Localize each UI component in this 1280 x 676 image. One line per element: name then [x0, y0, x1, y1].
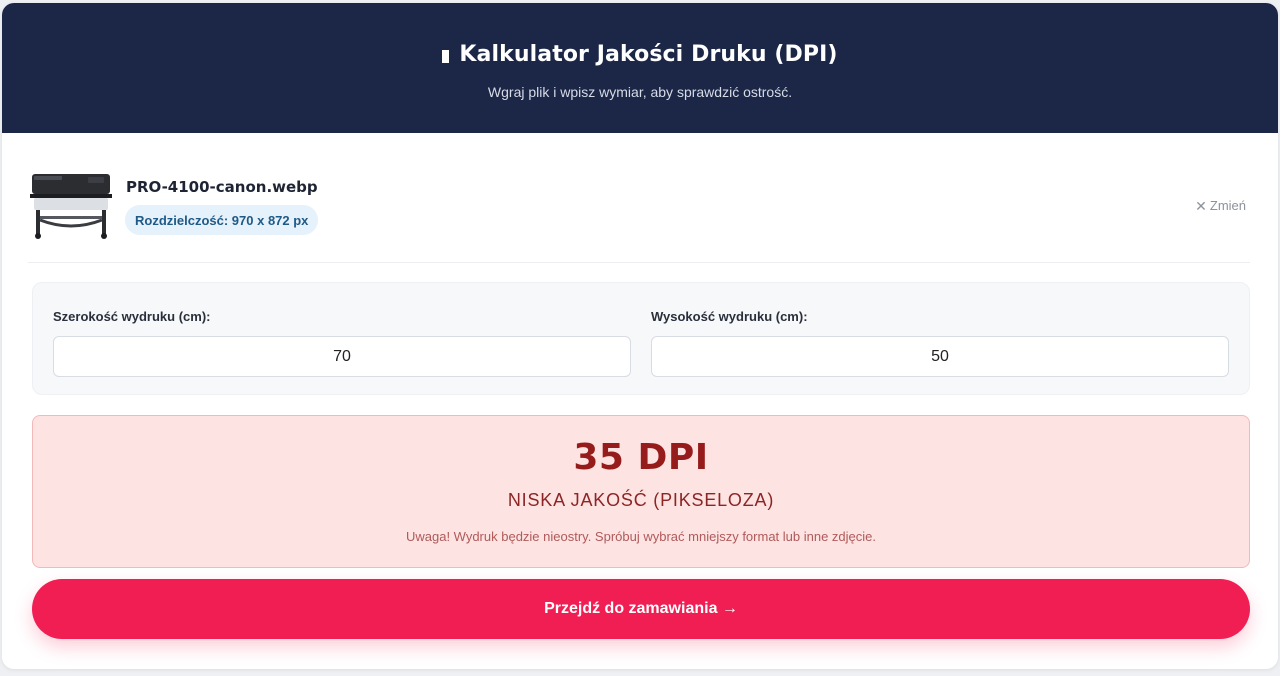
- change-file-button[interactable]: ✕ Zmień: [1195, 198, 1246, 213]
- file-name: PRO-4100-canon.webp: [126, 178, 318, 196]
- close-icon: ✕: [1195, 197, 1207, 214]
- calculator-card: Kalkulator Jakości Druku (DPI) Wgraj pli…: [2, 3, 1278, 669]
- height-input[interactable]: [651, 336, 1229, 377]
- title-bar-icon: [442, 50, 450, 63]
- dpi-result-panel: 35 DPI NISKA JAKOŚĆ (PIKSELOZA) Uwaga! W…: [32, 415, 1250, 568]
- header: Kalkulator Jakości Druku (DPI) Wgraj pli…: [2, 3, 1278, 133]
- dpi-value: 35 DPI: [573, 437, 709, 478]
- page-title: Kalkulator Jakości Druku (DPI): [2, 42, 1278, 67]
- change-file-label: Zmień: [1209, 198, 1246, 213]
- page-title-text: Kalkulator Jakości Druku (DPI): [459, 42, 838, 67]
- quality-label: NISKA JAKOŚĆ (PIKSELOZA): [507, 490, 775, 510]
- uploaded-file-row: PRO-4100-canon.webp Rozdzielczość: 970 x…: [28, 168, 1250, 263]
- height-label: Wysokość wydruku (cm):: [651, 309, 808, 324]
- warning-message: Uwaga! Wydruk będzie nieostry. Spróbuj w…: [405, 529, 876, 544]
- printer-thumbnail: [30, 174, 112, 239]
- go-to-order-button[interactable]: Przejdź do zamawiania →: [32, 579, 1250, 639]
- print-dimensions-panel: Szerokość wydruku (cm): Wysokość wydruku…: [32, 282, 1250, 395]
- width-input[interactable]: [53, 336, 631, 377]
- width-label: Szerokość wydruku (cm):: [53, 309, 211, 324]
- resolution-badge: Rozdzielczość: 970 x 872 px: [125, 205, 319, 235]
- page-subtitle: Wgraj plik i wpisz wymiar, aby sprawdzić…: [487, 84, 793, 100]
